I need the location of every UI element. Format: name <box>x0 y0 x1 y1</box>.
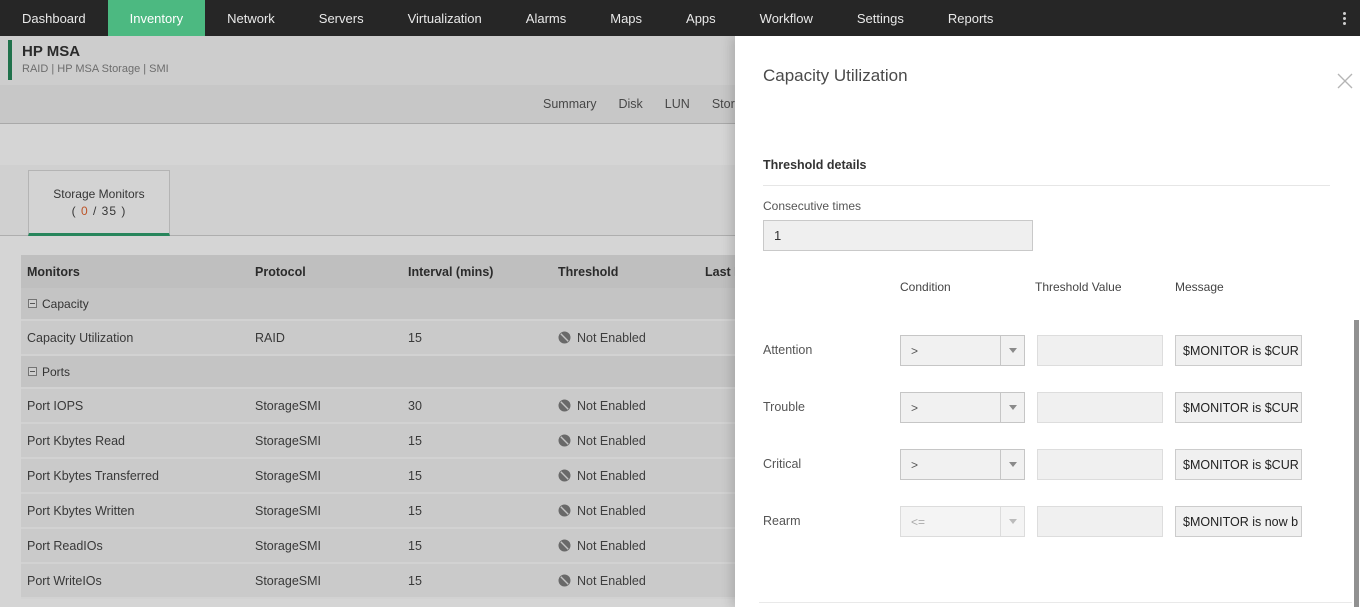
vertical-scrollbar[interactable] <box>1354 320 1359 607</box>
condition-select-attention[interactable]: > <box>900 335 1025 366</box>
nav-item-apps[interactable]: Apps <box>664 0 738 36</box>
threshold-value-input-critical[interactable] <box>1037 449 1163 480</box>
threshold-row-critical: Critical > <box>735 449 1360 480</box>
threshold-value-input-attention[interactable] <box>1037 335 1163 366</box>
caret-down-icon <box>1000 507 1024 536</box>
condition-header: Condition <box>900 280 951 294</box>
condition-select-rearm: <= <box>900 506 1025 537</box>
condition-value: <= <box>901 515 1000 529</box>
condition-value: > <box>901 344 1000 358</box>
nav-item-maps[interactable]: Maps <box>588 0 664 36</box>
consecutive-times-input[interactable] <box>763 220 1033 251</box>
condition-value: > <box>901 401 1000 415</box>
nav-item-reports[interactable]: Reports <box>926 0 1016 36</box>
top-nav: DashboardInventoryNetworkServersVirtuali… <box>0 0 1360 36</box>
threshold-panel: Capacity Utilization Threshold details C… <box>735 36 1360 607</box>
threshold-value-input-rearm[interactable] <box>1037 506 1163 537</box>
threshold-value-header: Threshold Value <box>1035 280 1122 294</box>
nav-item-alarms[interactable]: Alarms <box>504 0 588 36</box>
divider <box>763 185 1330 186</box>
severity-label: Attention <box>763 343 812 357</box>
condition-select-trouble[interactable]: > <box>900 392 1025 423</box>
nav-items: DashboardInventoryNetworkServersVirtuali… <box>0 0 1015 36</box>
severity-label: Trouble <box>763 400 805 414</box>
consecutive-times-label: Consecutive times <box>763 199 861 213</box>
kebab-menu-icon[interactable] <box>1336 7 1352 29</box>
threshold-row-rearm: Rearm <= <box>735 506 1360 537</box>
nav-item-settings[interactable]: Settings <box>835 0 926 36</box>
message-input-attention[interactable] <box>1175 335 1302 366</box>
message-input-rearm[interactable] <box>1175 506 1302 537</box>
threshold-row-attention: Attention > <box>735 335 1360 366</box>
divider <box>759 602 1352 603</box>
condition-select-critical[interactable]: > <box>900 449 1025 480</box>
threshold-column-headers: Condition Threshold Value Message <box>735 280 1360 296</box>
condition-value: > <box>901 458 1000 472</box>
nav-item-dashboard[interactable]: Dashboard <box>0 0 108 36</box>
nav-item-workflow[interactable]: Workflow <box>738 0 835 36</box>
caret-down-icon <box>1000 336 1024 365</box>
nav-item-inventory[interactable]: Inventory <box>108 0 205 36</box>
threshold-value-input-trouble[interactable] <box>1037 392 1163 423</box>
message-header: Message <box>1175 280 1224 294</box>
severity-label: Rearm <box>763 514 801 528</box>
threshold-details-heading: Threshold details <box>763 158 867 172</box>
screen: DashboardInventoryNetworkServersVirtuali… <box>0 0 1360 607</box>
nav-item-servers[interactable]: Servers <box>297 0 386 36</box>
nav-item-network[interactable]: Network <box>205 0 297 36</box>
nav-item-virtualization[interactable]: Virtualization <box>386 0 504 36</box>
caret-down-icon <box>1000 450 1024 479</box>
message-input-critical[interactable] <box>1175 449 1302 480</box>
panel-title: Capacity Utilization <box>763 66 908 86</box>
threshold-row-trouble: Trouble > <box>735 392 1360 423</box>
message-input-trouble[interactable] <box>1175 392 1302 423</box>
caret-down-icon <box>1000 393 1024 422</box>
close-icon[interactable] <box>1335 71 1355 91</box>
severity-label: Critical <box>763 457 801 471</box>
